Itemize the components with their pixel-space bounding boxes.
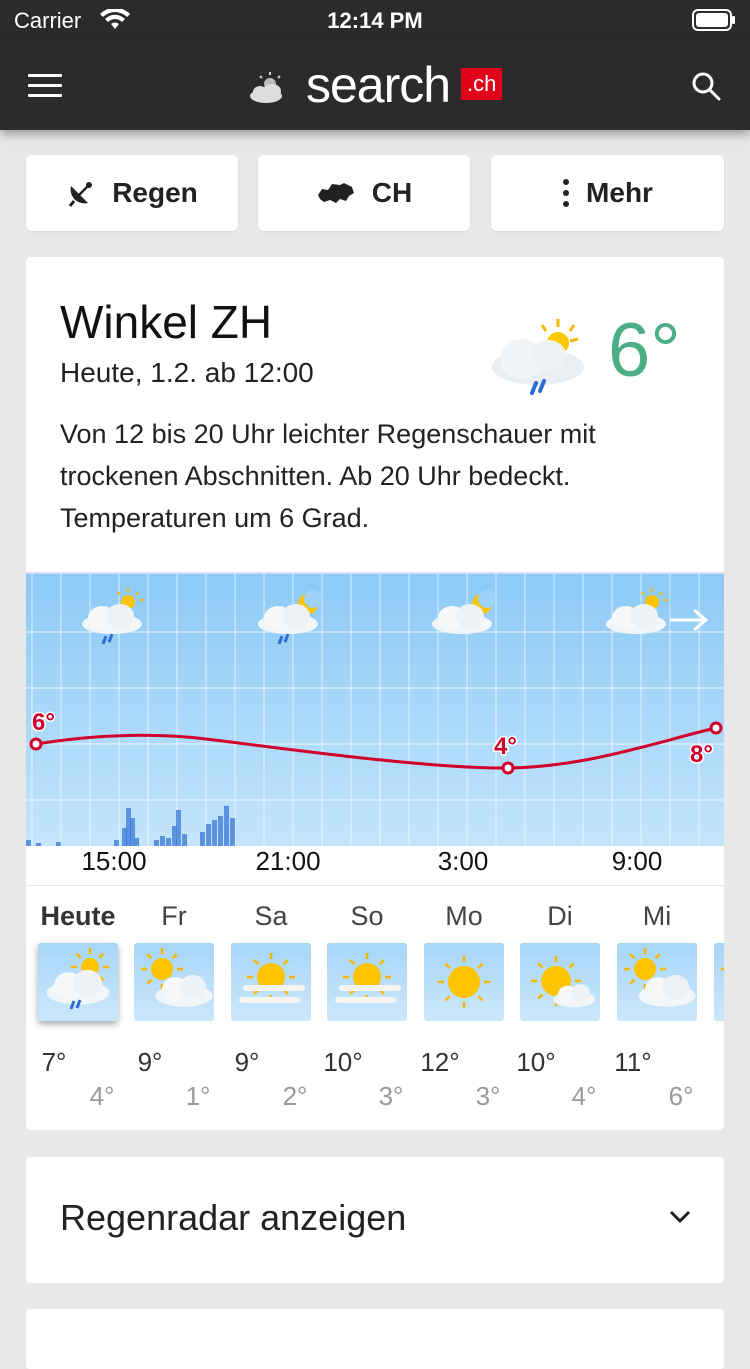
carrier-label: Carrier — [14, 8, 82, 33]
cloud-sun-rain-icon — [38, 943, 118, 1021]
day-max-temp: 10° — [516, 1047, 556, 1077]
sun-fog-icon — [231, 943, 311, 1021]
status-bar: Carrier 12:14 PM — [0, 0, 750, 40]
app-header: search .ch — [0, 40, 750, 130]
day-forecast-2[interactable]: Sa 9° 2° — [223, 897, 319, 1111]
day-max-temp: 12° — [420, 1047, 460, 1077]
hour-label-3: 9:00 — [611, 846, 663, 876]
day-name: Heute — [40, 901, 116, 931]
logo-cloud-sun-icon — [250, 72, 282, 103]
day-name: So — [350, 901, 384, 931]
switzerland-map-icon — [316, 181, 356, 205]
day-forecast-1[interactable]: Fr 9° 1° — [126, 897, 222, 1111]
forecast-date: Heute, 1.2. ab 12:00 — [60, 357, 314, 388]
temp-label-end: 8° — [690, 741, 713, 768]
temp-label-min: 4° — [494, 733, 517, 760]
sun-fog-icon — [327, 943, 407, 1021]
temperature-curve — [35, 726, 717, 770]
temp-point-start — [29, 737, 43, 751]
day-name: Sa — [254, 901, 288, 931]
day-forecast-4[interactable]: Mo 12° 3° — [416, 897, 512, 1111]
day-max-temp: 10° — [323, 1047, 363, 1077]
forecast-description: Von 12 bis 20 Uhr leichter Regenschauer … — [60, 419, 596, 533]
hour-label-2: 3:00 — [437, 846, 489, 876]
rain-radar-label: Regenradar anzeigen — [60, 1197, 407, 1238]
arrow-right-icon — [670, 608, 709, 632]
temp-point-min — [501, 761, 515, 775]
quick-actions: Regen CH Mehr — [26, 155, 724, 231]
chevron-down-icon — [669, 1210, 691, 1224]
current-temperature: 6° — [608, 308, 681, 393]
satellite-dish-icon — [66, 178, 96, 208]
hour-icon-3 — [606, 588, 668, 634]
temp-point-end — [709, 721, 723, 735]
sun-cloud-icon — [617, 943, 697, 1021]
battery-icon — [692, 9, 735, 31]
hourly-chart[interactable]: 6° 4° 8° — [26, 572, 724, 846]
more-button-label: Mehr — [586, 177, 653, 208]
divider — [26, 885, 724, 886]
day-forecast-5[interactable]: Di 10° 4° — [512, 897, 608, 1111]
sun-cloud-icon — [134, 943, 214, 1021]
day-min-temp: 3° — [378, 1081, 404, 1111]
hour-icon-1 — [258, 590, 322, 645]
hour-icon-0 — [82, 588, 144, 645]
day-min-temp: 6° — [668, 1081, 694, 1111]
day-max-temp: 11° — [614, 1047, 652, 1077]
day-name: Di — [547, 901, 573, 931]
day-max-temp: 7° — [41, 1047, 67, 1077]
rain-radar-toggle[interactable]: Regenradar anzeigen — [26, 1157, 724, 1283]
day-max-temp: 9° — [137, 1047, 163, 1077]
day-max-temp: 9° — [234, 1047, 260, 1077]
menu-icon[interactable] — [28, 74, 62, 98]
more-vertical-icon — [562, 178, 570, 208]
country-button[interactable]: CH — [258, 155, 470, 231]
sun-icon — [424, 943, 504, 1021]
day-forecast-6[interactable]: Mi 11° 6° — [609, 897, 705, 1111]
hour-label-1: 21:00 — [255, 846, 321, 876]
day-forecast-partial[interactable] — [706, 897, 724, 1021]
day-min-temp: 4° — [571, 1081, 597, 1111]
country-button-label: CH — [371, 177, 413, 208]
day-name: Fr — [161, 901, 187, 931]
rain-button-label: Regen — [112, 177, 198, 208]
wifi-icon — [100, 9, 130, 29]
day-forecast-0[interactable]: Heute 7° 4° — [30, 897, 126, 1111]
logo-ch: .ch — [461, 68, 503, 100]
day-min-temp: 4° — [89, 1081, 115, 1111]
forecast-card: Winkel ZH Heute, 1.2. ab 12:00 6° Von 12… — [26, 257, 724, 1130]
hour-icon-2 — [432, 590, 496, 634]
hour-label-0: 15:00 — [81, 846, 147, 876]
sun-small-cloud-icon — [520, 943, 600, 1021]
day-min-temp: 2° — [282, 1081, 308, 1111]
day-forecast-3[interactable]: So 10° 3° — [319, 897, 415, 1111]
day-min-temp: 1° — [185, 1081, 211, 1111]
next-card — [26, 1309, 724, 1369]
logo-word: search — [306, 57, 451, 113]
search-icon[interactable] — [690, 70, 722, 102]
temp-label-start: 6° — [32, 709, 55, 736]
day-name: Mo — [445, 901, 483, 931]
location-name: Winkel ZH — [60, 296, 273, 348]
rain-button[interactable]: Regen — [26, 155, 238, 231]
more-button[interactable]: Mehr — [491, 155, 724, 231]
cloud-sun-rain-icon — [492, 319, 584, 395]
day-min-temp: 3° — [475, 1081, 501, 1111]
day-name: Mi — [642, 901, 672, 931]
sun-cloud-icon — [714, 943, 724, 1021]
